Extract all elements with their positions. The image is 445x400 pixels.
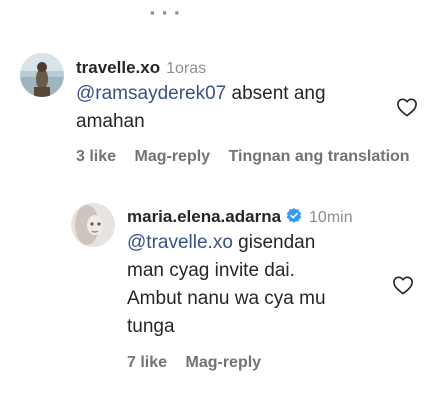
comment-line-2: amahan	[76, 111, 145, 132]
comment-line-1: @ramsayderek07 absent ang	[76, 80, 376, 108]
reply-button[interactable]: Mag-reply	[185, 354, 261, 371]
timestamp: 10min	[309, 209, 353, 226]
username[interactable]: travelle.xo	[76, 58, 160, 77]
comment-line-3: Ambut nanu wa cya mu	[127, 288, 326, 309]
heart-outline-icon[interactable]	[396, 97, 418, 117]
username[interactable]: maria.elena.adarna	[127, 207, 281, 226]
mention-link[interactable]: @ramsayderek07	[76, 83, 226, 104]
timestamp: 1oras	[166, 60, 207, 77]
heart-outline-icon[interactable]	[392, 275, 414, 295]
comment-line-1: @travelle.xo gisendan	[127, 229, 377, 257]
comment-line-2: man cyag invite dai.	[127, 260, 295, 281]
like-count[interactable]: 3 like	[76, 148, 116, 165]
comment-text: gisendan	[232, 232, 316, 253]
mention-link[interactable]: @travelle.xo	[127, 232, 233, 253]
comments-thread: ▪ ▪ ▪ travelle.xo 1oras @ramsayderek07 ab…	[0, 0, 445, 400]
verified-badge-icon	[285, 207, 303, 225]
reply-maria-elena: maria.elena.adarna 10min @travelle.xo gi…	[0, 180, 445, 400]
reply-button[interactable]: Mag-reply	[134, 148, 210, 165]
see-translation-button[interactable]: Tingnan ang translation	[229, 148, 410, 165]
comment-line-4: tunga	[127, 316, 175, 337]
avatar[interactable]	[20, 53, 64, 97]
like-count[interactable]: 7 like	[127, 354, 167, 371]
comment-travelle: travelle.xo 1oras @ramsayderek07 absent a…	[0, 0, 445, 180]
comment-text: absent ang	[226, 83, 326, 104]
avatar[interactable]	[71, 203, 115, 247]
